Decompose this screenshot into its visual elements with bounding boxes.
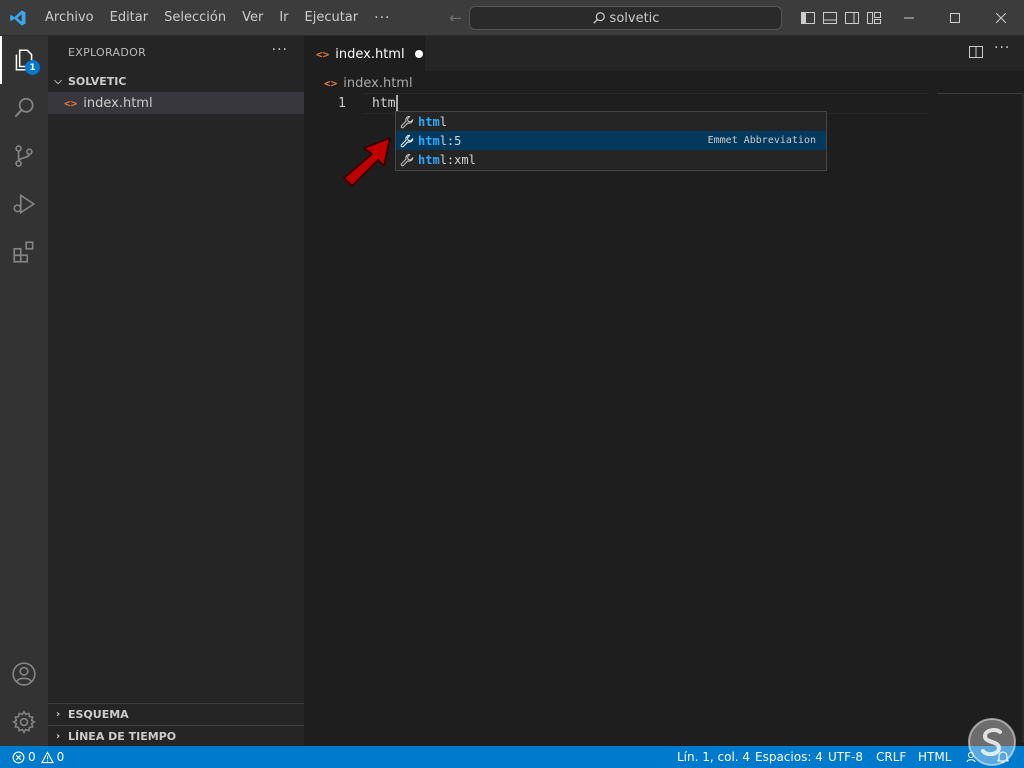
menu-editar[interactable]: Editar [102, 0, 157, 36]
suggest-widget: htm l htm l:5 Emmet Abbreviation htm l:xml [395, 111, 827, 171]
minimap-border [937, 93, 1024, 94]
folder-solvetic[interactable]: ⌵ SOLVETIC [48, 70, 304, 92]
html-file-icon: <> [324, 76, 338, 90]
chevron-down-icon: ⌵ [54, 75, 62, 87]
suggestion-html-xml[interactable]: htm l:xml [396, 150, 826, 169]
menu-ver[interactable]: Ver [234, 0, 271, 36]
tab-label: index.html [335, 46, 405, 62]
red-arrow-icon [343, 137, 391, 187]
run-debug-icon [13, 193, 36, 215]
error-icon [12, 751, 25, 763]
explorer-sidebar: EXPLORADOR ··· ⌵ SOLVETIC <> index.html … [48, 36, 304, 746]
command-center-search[interactable]: solvetic [469, 6, 782, 30]
chevron-right-icon: › [55, 709, 61, 720]
breadcrumb-file: index.html [343, 75, 413, 91]
file-item-index-html[interactable]: <> index.html [48, 92, 304, 114]
title-bar: Archivo Editar Selección Ver Ir Ejecutar… [0, 0, 1024, 36]
explorer-button[interactable]: 1 [0, 36, 48, 84]
status-bar: 0 0 Lín. 1, col. 4 Espacios: 4 UTF-8 CRL… [0, 746, 1024, 768]
outline-label: ESQUEMA [68, 708, 129, 721]
search-icon [592, 12, 605, 24]
wrench-icon [396, 115, 418, 129]
accounts-button[interactable] [0, 650, 48, 698]
menu-ejecutar[interactable]: Ejecutar [297, 0, 367, 36]
outline-panel-header[interactable]: › ESQUEMA [48, 703, 304, 725]
solvetic-watermark-logo [968, 718, 1016, 766]
suggestion-detail: Emmet Abbreviation [707, 135, 816, 146]
split-editor-icon[interactable] [968, 44, 986, 62]
menu-seleccion[interactable]: Selección [156, 0, 234, 36]
tab-bar: <> index.html ··· [304, 36, 1024, 71]
search-view-button[interactable] [0, 84, 48, 132]
menu-ir[interactable]: Ir [271, 0, 296, 36]
minimize-button[interactable] [886, 0, 932, 36]
customize-layout-icon[interactable] [865, 9, 883, 27]
html-file-icon: <> [64, 96, 78, 110]
wrench-icon [396, 153, 418, 167]
folder-label: SOLVETIC [68, 74, 127, 88]
back-arrow-icon[interactable]: ← [444, 9, 466, 27]
unsaved-dot-icon[interactable] [414, 50, 423, 58]
problems-indicator[interactable]: 0 0 [12, 746, 64, 768]
timeline-label: LÍNEA DE TIEMPO [68, 730, 177, 743]
cursor-position[interactable]: Lín. 1, col. 4 [677, 746, 750, 768]
file-label: index.html [83, 95, 153, 111]
account-icon [12, 662, 36, 686]
source-control-icon [15, 145, 33, 167]
code-text: htm [372, 96, 396, 111]
html-file-icon: <> [316, 47, 330, 61]
explorer-badge: 1 [25, 60, 40, 75]
suggestion-html[interactable]: htm l [396, 112, 826, 131]
timeline-panel-header[interactable]: › LÍNEA DE TIEMPO [48, 725, 304, 747]
extensions-button[interactable] [0, 228, 48, 276]
warning-icon [40, 750, 54, 763]
text-cursor [396, 94, 399, 113]
line-number: 1 [338, 96, 346, 111]
suggestion-html5[interactable]: htm l:5 Emmet Abbreviation [396, 131, 826, 150]
error-count: 0 [28, 750, 36, 764]
maximize-button[interactable] [932, 0, 978, 36]
manage-button[interactable] [0, 698, 48, 746]
close-button[interactable] [978, 0, 1024, 36]
breadcrumb[interactable]: <> index.html [324, 72, 413, 94]
chevron-right-icon: › [55, 731, 61, 742]
sidebar-more-button[interactable]: ··· [272, 42, 288, 58]
editor-more-button[interactable]: ··· [994, 40, 1010, 56]
wrench-icon [396, 134, 418, 148]
indentation[interactable]: Espacios: 4 [755, 746, 823, 768]
sidebar-title: EXPLORADOR [68, 46, 147, 59]
extensions-icon [13, 241, 34, 263]
activity-bar: 1 [0, 36, 48, 746]
vscode-logo-icon [0, 0, 36, 36]
warning-count: 0 [56, 750, 65, 764]
language-mode[interactable]: HTML [918, 746, 951, 768]
toggle-panel-icon[interactable] [821, 9, 839, 27]
end-of-line[interactable]: CRLF [876, 746, 906, 768]
run-debug-button[interactable] [0, 180, 48, 228]
toggle-primary-sidebar-icon[interactable] [799, 9, 817, 27]
search-label: solvetic [609, 10, 660, 26]
menu-more-button[interactable]: ··· [366, 0, 398, 36]
tab-index-html[interactable]: <> index.html [304, 36, 425, 71]
source-control-button[interactable] [0, 132, 48, 180]
search-icon [14, 97, 34, 118]
menu-archivo[interactable]: Archivo [37, 0, 102, 36]
gear-icon [12, 710, 36, 734]
encoding[interactable]: UTF-8 [828, 746, 863, 768]
toggle-secondary-sidebar-icon[interactable] [843, 9, 861, 27]
